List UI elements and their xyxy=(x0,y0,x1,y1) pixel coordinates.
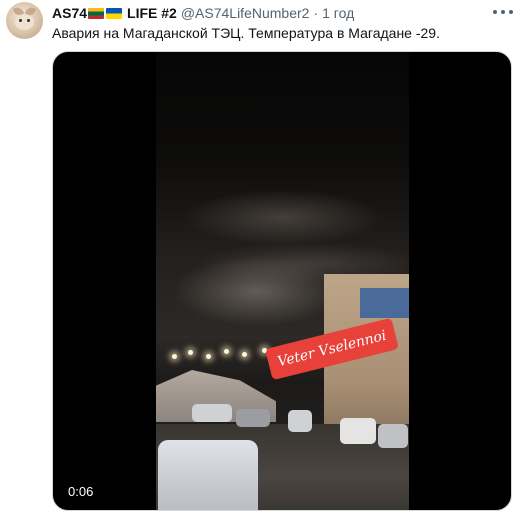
avatar[interactable] xyxy=(6,2,43,39)
author-name-part2: LIFE #2 xyxy=(127,5,177,21)
tweet-header: AS74 LIFE #2 @AS74LifeNumber2 · 1 год xyxy=(52,4,354,22)
avatar-face xyxy=(15,14,34,30)
header-separator: · xyxy=(313,5,319,21)
building-sign xyxy=(360,288,409,318)
parked-car xyxy=(288,410,312,432)
more-dot xyxy=(501,10,505,14)
light xyxy=(172,354,177,359)
video-frame[interactable]: Veter Vselennoi xyxy=(156,52,409,510)
author-handle[interactable]: @AS74LifeNumber2 xyxy=(181,4,310,22)
author-name-part1: AS74 xyxy=(52,5,88,21)
tweet[interactable]: AS74 LIFE #2 @AS74LifeNumber2 · 1 год Ав… xyxy=(0,0,522,519)
avatar-eye-right xyxy=(27,19,30,22)
author-name[interactable]: AS74 LIFE #2 xyxy=(52,4,177,22)
light xyxy=(224,349,229,354)
parked-car xyxy=(236,409,270,427)
more-horizontal-icon[interactable] xyxy=(493,6,513,18)
more-dot xyxy=(493,10,497,14)
tweet-timestamp[interactable]: 1 год xyxy=(322,4,354,22)
parked-car xyxy=(192,404,232,422)
light xyxy=(206,354,211,359)
parked-car xyxy=(340,418,376,444)
avatar-eye-left xyxy=(19,19,22,22)
foreground-car xyxy=(158,440,258,510)
lithuania-flag-icon xyxy=(88,7,105,19)
video-player[interactable]: Veter Vselennoi 0:06 xyxy=(52,51,512,511)
more-dot xyxy=(509,10,513,14)
video-duration: 0:06 xyxy=(63,482,99,502)
ukraine-flag-icon xyxy=(106,7,123,19)
parked-car xyxy=(378,424,408,448)
tweet-text: Авария на Магаданской ТЭЦ. Температура в… xyxy=(52,25,440,41)
light xyxy=(188,350,193,355)
light xyxy=(242,352,247,357)
